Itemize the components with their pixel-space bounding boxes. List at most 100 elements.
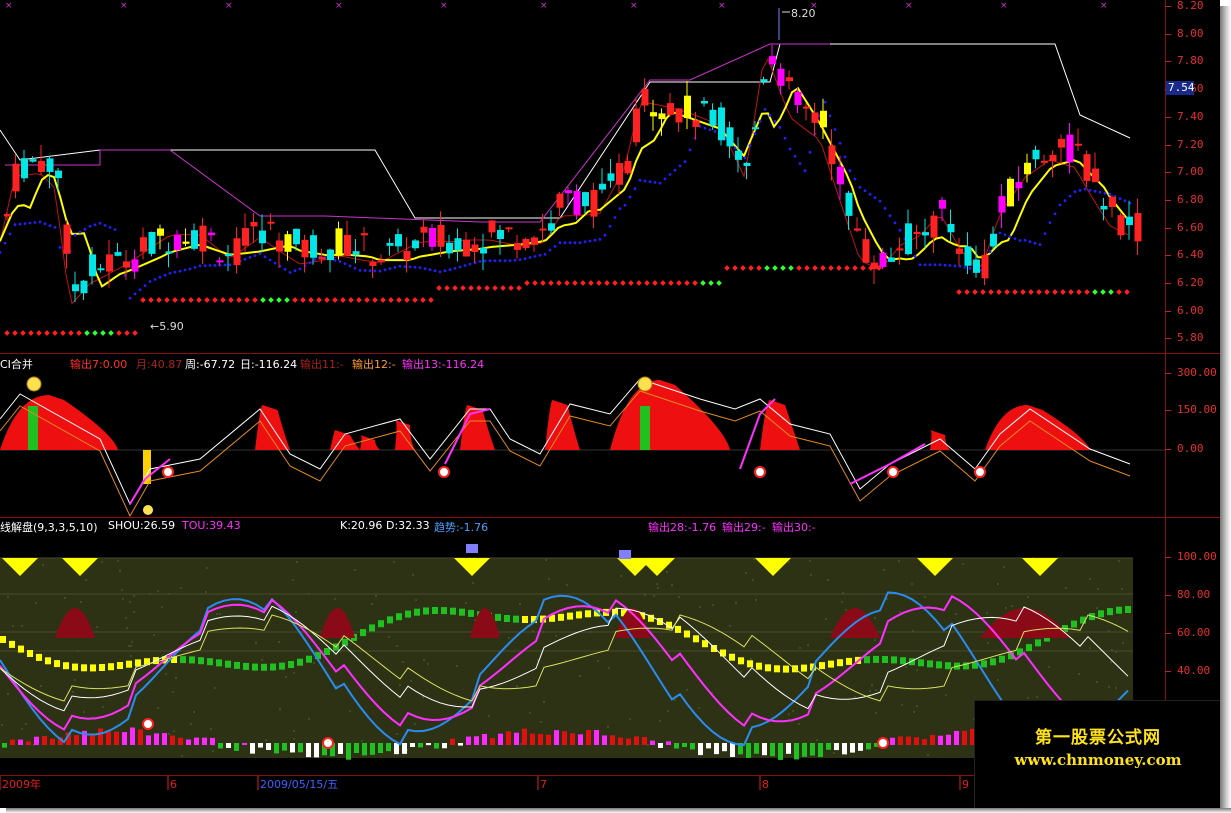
ma-blue-dot — [643, 179, 647, 183]
kd-texture-dot — [261, 659, 263, 661]
ma-blue-dot — [258, 252, 262, 256]
kd-texture-dot — [729, 625, 731, 627]
stop-marker — [484, 285, 490, 291]
stop-marker — [12, 330, 18, 336]
kd-histogram-bar — [714, 743, 719, 755]
kd-histogram-bar — [74, 735, 79, 745]
kd-histogram-bar — [914, 737, 919, 745]
stop-marker — [36, 330, 42, 336]
candle-body — [794, 91, 802, 105]
stop-marker — [1028, 289, 1034, 295]
kd-texture-dot — [216, 613, 218, 615]
candle-body — [4, 213, 11, 217]
candle-body — [760, 79, 768, 82]
kd-texture-dot — [488, 715, 490, 717]
ma-blue-dot — [758, 120, 762, 123]
stop-marker — [1100, 289, 1106, 295]
stop-marker — [20, 330, 26, 336]
kd-texture-dot — [924, 596, 926, 598]
stop-marker — [676, 280, 682, 286]
trend-block — [846, 657, 852, 665]
ma-blue-dot — [953, 264, 957, 268]
trend-block — [828, 660, 834, 668]
ci-area — [0, 395, 118, 450]
kd-histogram-bar — [346, 743, 351, 760]
ma-blue-dot — [808, 150, 812, 154]
ma-blue-dot — [753, 132, 757, 136]
stop-marker — [796, 265, 802, 271]
ma-blue-dot — [623, 203, 627, 207]
kd-texture-dot — [508, 637, 510, 639]
price-candlestick-panel[interactable]: 8.20←5.90× × × × × × × × × × × × — [0, 0, 1165, 352]
ma-blue-dot — [38, 220, 42, 224]
stop-marker — [980, 289, 986, 295]
kd-texture-dot — [175, 677, 177, 679]
candle-body — [777, 68, 785, 86]
trend-block — [108, 663, 114, 671]
ci-axis-tick-label: 150.00 — [1177, 403, 1217, 416]
kd-texture-dot — [396, 645, 398, 647]
top-marker: × — [440, 1, 448, 11]
ma-blue-dot — [418, 266, 422, 269]
kd-texture-dot — [172, 691, 174, 693]
candle-body — [38, 160, 45, 173]
ma-blue-dot — [533, 255, 537, 258]
stop-marker — [68, 330, 74, 336]
candle-body — [862, 239, 870, 263]
trend-block — [270, 663, 276, 671]
trend-block — [567, 612, 573, 620]
date-label: 9 — [962, 778, 969, 791]
ma-blue-dot — [383, 268, 387, 272]
price-axis-tick-label: 6.80 — [1177, 192, 1204, 206]
stop-marker — [356, 297, 362, 303]
ma-blue-dot — [98, 221, 102, 225]
flag-icon — [619, 550, 631, 559]
kd-texture-dot — [916, 705, 918, 707]
kd-texture-dot — [798, 723, 800, 725]
indicator-output-label: 周:-67.72 — [185, 358, 236, 371]
kd-texture-dot — [74, 679, 76, 681]
ma-blue-dot — [713, 130, 717, 133]
kd-texture-dot — [740, 671, 742, 673]
kd-texture-dot — [128, 645, 130, 647]
stop-marker — [1060, 289, 1066, 295]
candle-body — [1066, 134, 1074, 163]
smiley-icon — [637, 376, 653, 392]
kd-texture-dot — [423, 659, 425, 661]
ci-axis-tick-label: 0.00 — [1177, 442, 1204, 455]
ma-blue-dot — [53, 226, 57, 229]
ma-blue-dot — [93, 223, 97, 227]
trend-block — [369, 624, 375, 632]
kd-texture-dot — [986, 612, 988, 614]
stop-marker — [964, 289, 970, 295]
kd-texture-dot — [133, 611, 135, 613]
top-marker: × — [225, 1, 233, 11]
trend-block — [27, 650, 33, 657]
candle-body — [259, 230, 266, 244]
ci-indicator-panel[interactable] — [0, 354, 1165, 517]
candle-body — [718, 107, 725, 141]
ma-blue-dot — [923, 263, 927, 267]
candle-body — [310, 235, 317, 258]
price-axis-tick-label: 6.60 — [1177, 220, 1204, 234]
ma-blue-dot — [13, 223, 17, 227]
top-marker: × — [718, 1, 726, 11]
stop-marker — [204, 297, 210, 303]
kd-texture-dot — [827, 579, 829, 581]
stop-marker — [1076, 289, 1082, 295]
indicator-output-label: 输出11:- — [300, 358, 344, 371]
ma-blue-dot — [1058, 203, 1062, 207]
ma-blue-dot — [43, 222, 47, 226]
ma-blue-dot — [428, 268, 432, 272]
kd-histogram-bar — [626, 738, 631, 745]
kd-texture-dot — [1115, 687, 1117, 689]
stop-marker — [724, 265, 730, 271]
kd-texture-dot — [399, 684, 401, 686]
candle-body — [828, 145, 836, 165]
kd-texture-dot — [7, 693, 9, 695]
candle-body — [1075, 143, 1082, 146]
stop-marker — [212, 297, 218, 303]
ma-blue-dot — [783, 136, 787, 140]
stop-marker — [324, 297, 330, 303]
kd-histogram-bar — [26, 741, 31, 745]
